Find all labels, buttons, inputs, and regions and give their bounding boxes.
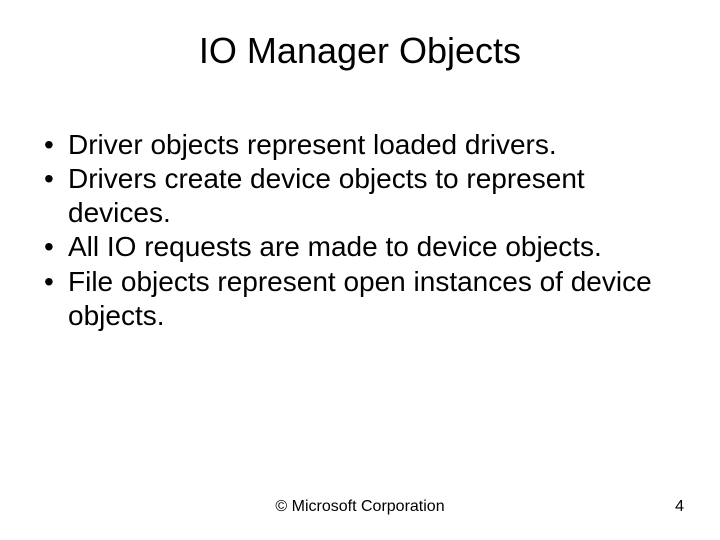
bullet-list: Driver objects represent loaded drivers.… xyxy=(40,128,660,333)
slide: IO Manager Objects Driver objects repres… xyxy=(0,0,720,540)
bullet-item: File objects represent open instances of… xyxy=(40,265,660,333)
bullet-item: All IO requests are made to device objec… xyxy=(40,230,660,264)
slide-body: Driver objects represent loaded drivers.… xyxy=(40,128,660,333)
slide-title: IO Manager Objects xyxy=(0,30,720,72)
bullet-item: Driver objects represent loaded drivers. xyxy=(40,128,660,162)
footer-copyright: © Microsoft Corporation xyxy=(0,498,720,516)
bullet-item: Drivers create device objects to represe… xyxy=(40,162,660,230)
page-number: 4 xyxy=(675,498,684,516)
